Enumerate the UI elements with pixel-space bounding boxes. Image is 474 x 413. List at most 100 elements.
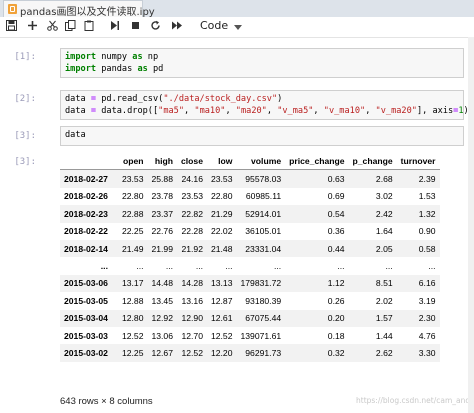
table-cell: 0.26	[327, 295, 345, 306]
table-cell: 13.16	[181, 295, 203, 306]
table-cell: ...	[136, 261, 144, 272]
table-cell: 21.49	[121, 243, 144, 254]
table-cell: 67075.44	[245, 313, 282, 324]
table-cell: 12.90	[181, 313, 203, 324]
table-cell: ...	[195, 261, 203, 272]
row-index: 2015-03-02	[64, 347, 108, 358]
table-cell: 14.48	[151, 278, 173, 289]
table-cell: 23.53	[121, 174, 144, 185]
cut-icon[interactable]	[45, 19, 60, 34]
table-cell: ...	[337, 261, 345, 272]
table-cell: ...	[165, 261, 173, 272]
dataframe-shape: 643 rows × 8 columns	[60, 396, 153, 407]
save-icon[interactable]	[4, 19, 19, 34]
row-index: 2018-02-23	[64, 208, 108, 219]
table-row: 2015-03-06 13.17 14.48 14.28 13.13 179831.72 1…	[60, 274, 440, 293]
table-cell: 23331.04	[245, 243, 282, 254]
table-cell: 0.54	[327, 208, 345, 219]
table-row: ...........................	[60, 257, 440, 274]
table-cell: 1.44	[375, 330, 393, 341]
table-cell: 1.12	[327, 278, 345, 289]
table-row: 2018-02-23 22.88 23.37 22.82 21.29 52914.01 0.…	[60, 205, 440, 223]
table-cell: 22.80	[210, 191, 233, 202]
cell-3-prompt: [3]:	[14, 131, 36, 141]
copy-icon[interactable]	[63, 19, 78, 34]
table-cell: 23.53	[210, 174, 233, 185]
stop-icon[interactable]	[128, 19, 143, 34]
table-cell: 4.76	[418, 330, 436, 341]
table-header-row: open high close low volume price_change p_chan…	[60, 152, 440, 171]
table-cell: ...	[428, 261, 436, 272]
table-cell: 0.90	[418, 226, 436, 237]
run-icon[interactable]	[107, 19, 122, 34]
table-row: 2018-02-27 23.53 25.88 24.16 23.53 95578.03 0.…	[60, 169, 440, 188]
row-index: ...	[100, 261, 108, 272]
table-cell: 0.69	[327, 191, 345, 202]
column-header: turnover	[396, 152, 440, 171]
paste-icon[interactable]	[82, 19, 97, 34]
table-cell: 13.17	[121, 278, 144, 289]
add-cell-icon[interactable]	[25, 19, 40, 34]
table-cell: 0.32	[327, 347, 345, 358]
tab-bar: pandas画图以及文件读取.ipy	[0, 0, 474, 18]
row-index: 2015-03-06	[64, 278, 108, 289]
table-row: 2018-02-22 22.25 22.76 22.28 22.02 36105.01 0.…	[60, 223, 440, 240]
table-cell: 12.52	[121, 330, 144, 341]
table-cell: 93180.39	[245, 295, 282, 306]
cell-3-input[interactable]: data	[60, 126, 464, 146]
table-cell: 21.99	[151, 243, 173, 254]
table-cell: 2.42	[375, 208, 393, 219]
table-cell: ...	[385, 261, 393, 272]
table-cell: 0.63	[327, 174, 345, 185]
column-header: price_change	[285, 152, 349, 171]
table-cell: 95578.03	[245, 174, 282, 185]
column-header: high	[147, 152, 177, 171]
cell-type-select[interactable]: Code	[200, 19, 228, 32]
table-cell: ...	[273, 261, 282, 272]
table-cell: 24.16	[181, 174, 203, 185]
table-cell: 25.88	[151, 174, 173, 185]
table-cell: 0.36	[327, 226, 345, 237]
table-cell: 2.02	[375, 295, 393, 306]
column-header: open	[117, 152, 148, 171]
table-cell: 13.06	[151, 330, 173, 341]
cell-2-code: data = pd.read_csv("./data/stock_day.csv…	[65, 94, 469, 116]
notebook-icon	[8, 4, 17, 14]
table-row: 2015-03-02 12.25 12.67 12.52 12.20 96291.73 0.…	[60, 344, 440, 362]
restart-icon[interactable]	[148, 19, 163, 34]
table-cell: 3.02	[375, 191, 393, 202]
table-cell: 52914.01	[245, 208, 282, 219]
table-cell: 22.25	[121, 226, 144, 237]
cell-2-input[interactable]: data = pd.read_csv("./data/stock_day.csv…	[60, 90, 469, 120]
table-cell: 0.18	[327, 330, 345, 341]
cell-3-code: data	[65, 130, 86, 140]
table-row: 2015-03-04 12.80 12.92 12.90 12.61 67075.44 0.…	[60, 309, 440, 327]
scrollbar[interactable]	[468, 37, 474, 413]
table-cell: 21.29	[210, 208, 233, 219]
table-cell: 23.37	[151, 208, 173, 219]
fast-forward-icon[interactable]	[169, 19, 184, 34]
table-cell: 2.62	[375, 347, 393, 358]
table-cell: 0.58	[418, 243, 436, 254]
cell-1-input[interactable]: import numpy as np import pandas as pd	[60, 48, 464, 78]
table-cell: 96291.73	[245, 347, 282, 358]
table-cell: 3.30	[418, 347, 436, 358]
column-header: volume	[236, 152, 286, 171]
table-cell: 12.70	[181, 330, 203, 341]
row-index: 2018-02-22	[64, 226, 108, 237]
column-header: low	[206, 152, 237, 171]
table-cell: 1.64	[375, 226, 393, 237]
row-index: 2015-03-03	[64, 330, 108, 341]
table-cell: 2.68	[375, 174, 393, 185]
watermark: https://blog.csdn.net/cam_and	[356, 396, 471, 405]
cell-2-prompt: [2]:	[14, 94, 36, 104]
table-row: 2015-03-03 12.52 13.06 12.70 12.52 139071.61 0…	[60, 327, 440, 344]
table-cell: 179831.72	[240, 278, 282, 289]
notebook-tab[interactable]: pandas画图以及文件读取.ipy	[3, 0, 155, 18]
table-row: 2018-02-26 22.80 23.78 23.53 22.80 60985.11 0.…	[60, 188, 440, 205]
chevron-down-icon[interactable]	[234, 25, 242, 30]
table-cell: 22.02	[210, 226, 233, 237]
row-index: 2018-02-26	[64, 191, 108, 202]
notebook-toolbar: Code	[0, 17, 474, 38]
table-cell: 22.88	[121, 208, 144, 219]
